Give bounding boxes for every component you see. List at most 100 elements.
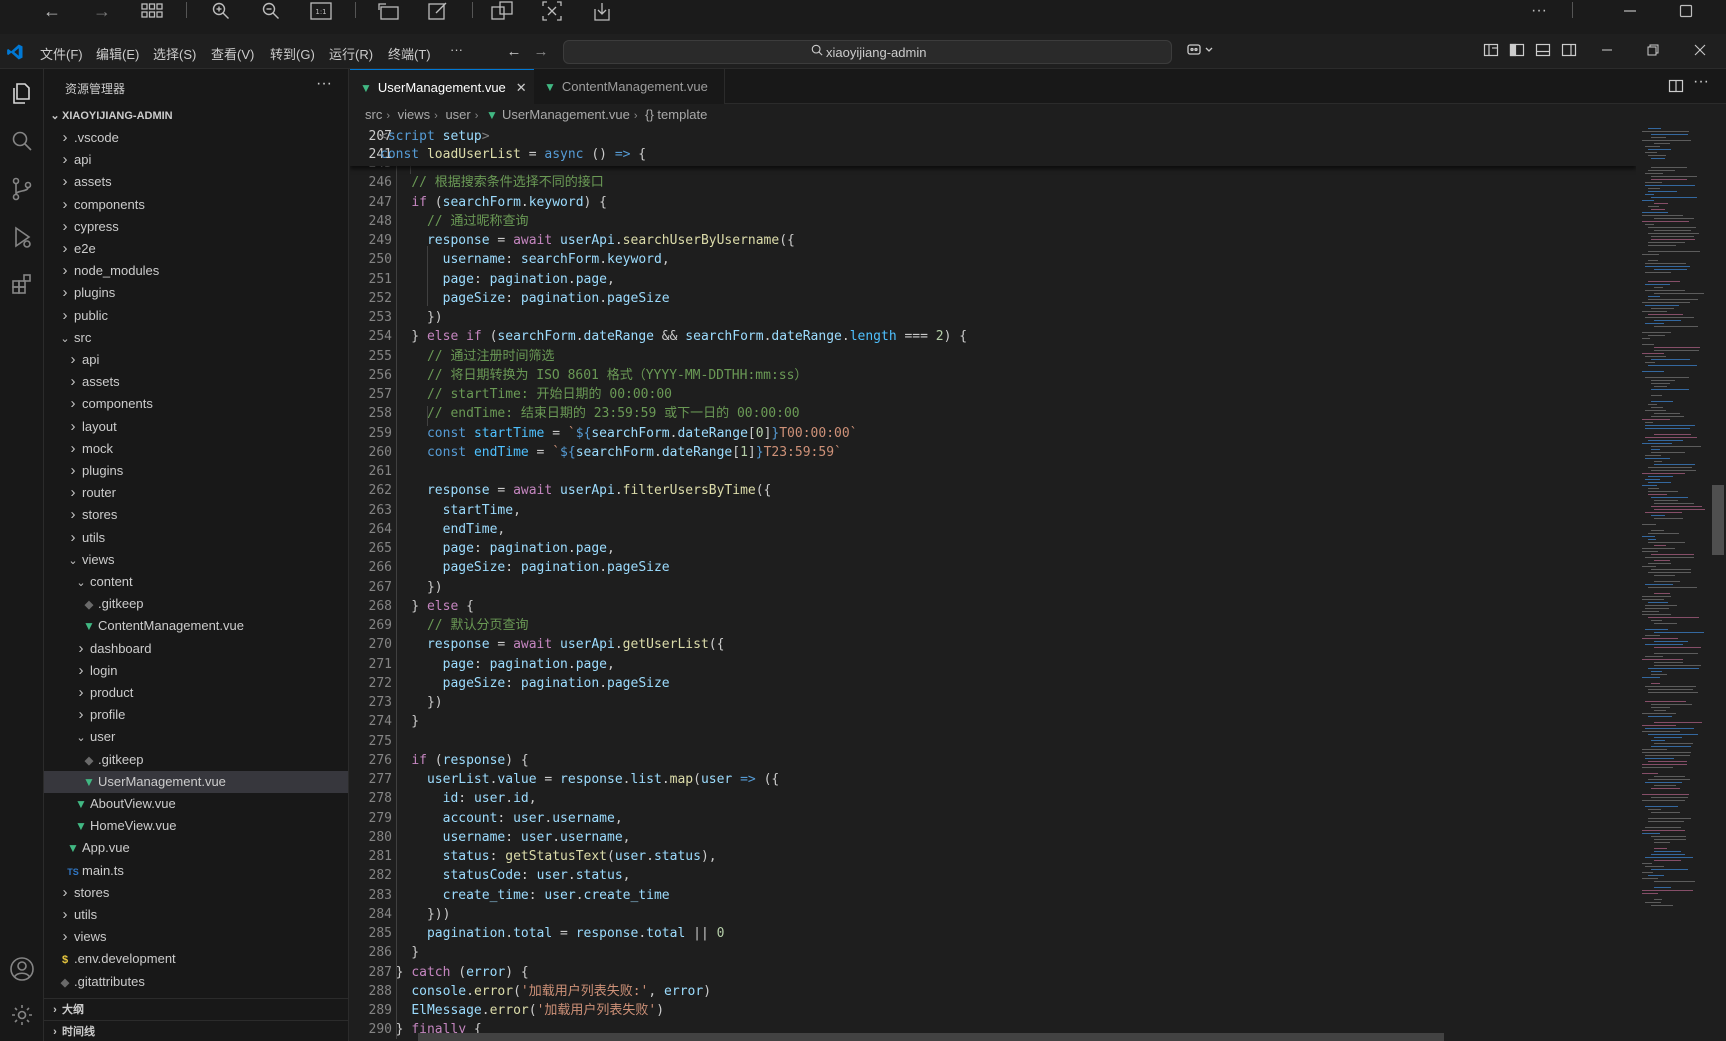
window-minimize-icon[interactable] bbox=[1597, 42, 1617, 62]
actual-size-icon[interactable]: 1:1 bbox=[307, 0, 335, 22]
code-line[interactable]: 246 // 根据搜索条件选择不同的接口 bbox=[350, 173, 1636, 192]
account-icon[interactable] bbox=[8, 955, 36, 983]
code-line[interactable]: 283 create_time: user.create_time bbox=[350, 886, 1636, 905]
horizontal-scrollbar[interactable] bbox=[418, 1033, 1444, 1041]
sticky-code-line[interactable]: 207 <script setup> bbox=[350, 127, 1636, 146]
menu-more[interactable]: ··· bbox=[450, 42, 463, 57]
nav-forward-icon[interactable]: → bbox=[531, 42, 551, 62]
code-line[interactable]: 253 }) bbox=[350, 308, 1636, 327]
code-line[interactable]: 286 } bbox=[350, 943, 1636, 962]
explorer-icon[interactable] bbox=[8, 79, 36, 107]
nav-back-icon[interactable]: ← bbox=[504, 42, 524, 62]
file-item[interactable]: $ .env.development bbox=[44, 948, 348, 970]
sticky-scroll[interactable]: 207 <script setup> 241 const loadUserList =… bbox=[350, 126, 1636, 166]
code-line[interactable]: 265 page: pagination.page, bbox=[350, 539, 1636, 558]
file-item[interactable]: ◆ .gitattributes bbox=[44, 971, 348, 993]
window-close-icon[interactable] bbox=[1690, 42, 1710, 62]
folder-item[interactable]: › assets bbox=[44, 171, 348, 193]
folder-item[interactable]: › public bbox=[44, 305, 348, 327]
crop-icon[interactable] bbox=[538, 0, 566, 22]
file-item[interactable]: ▼ HomeView.vue bbox=[44, 815, 348, 837]
breadcrumb-item[interactable]: views bbox=[398, 107, 431, 122]
code-line[interactable]: 255 // 通过注册时间筛选 bbox=[350, 347, 1636, 366]
window-restore-icon[interactable] bbox=[1643, 42, 1663, 62]
back-arrow-icon[interactable]: ← bbox=[38, 0, 66, 22]
menu-run[interactable]: 运行(R) bbox=[329, 44, 373, 63]
folder-item[interactable]: › plugins bbox=[44, 282, 348, 304]
code-line[interactable]: 260 const endTime = `${searchForm.dateRa… bbox=[350, 443, 1636, 462]
folder-item[interactable]: ⌄ src bbox=[44, 327, 348, 349]
code-line[interactable]: 256 // 将日期转换为 ISO 8601 格式（YYYY-MM-DDTHH:… bbox=[350, 366, 1636, 385]
code-line[interactable]: 263 startTime, bbox=[350, 501, 1636, 520]
folder-item[interactable]: › e2e bbox=[44, 238, 348, 260]
file-item[interactable]: ◆ .gitkeep bbox=[44, 749, 348, 771]
breadcrumb-item[interactable]: UserManagement.vue bbox=[502, 107, 630, 122]
code-line[interactable]: 249 response = await userApi.searchUserB… bbox=[350, 231, 1636, 250]
split-editor-icon[interactable] bbox=[1668, 78, 1684, 97]
export-icon[interactable] bbox=[588, 0, 616, 22]
folder-item[interactable]: › utils bbox=[44, 904, 348, 926]
explorer-more-actions[interactable]: ··· bbox=[316, 75, 332, 93]
minimize-icon[interactable] bbox=[1616, 0, 1644, 22]
extensions-icon[interactable] bbox=[8, 271, 36, 299]
minimap[interactable] bbox=[1636, 126, 1726, 1041]
convert-icon[interactable] bbox=[488, 0, 516, 22]
folder-item[interactable]: › assets bbox=[44, 371, 348, 393]
code-line[interactable]: 247 if (searchForm.keyword) { bbox=[350, 193, 1636, 212]
folder-item[interactable]: › api bbox=[44, 349, 348, 371]
folder-item[interactable]: ⌄ user bbox=[44, 726, 348, 748]
folder-item[interactable]: ⌄ views bbox=[44, 549, 348, 571]
workspace-root[interactable]: ⌄ XIAOYIJIANG-ADMIN bbox=[44, 105, 348, 127]
folder-item[interactable]: › api bbox=[44, 149, 348, 171]
code-line[interactable]: 272 pageSize: pagination.pageSize bbox=[350, 674, 1636, 693]
file-item[interactable]: ▼ UserManagement.vue bbox=[44, 770, 348, 793]
code-line[interactable]: 254 } else if (searchForm.dateRange && s… bbox=[350, 327, 1636, 346]
menu-file[interactable]: 文件(F) bbox=[40, 44, 83, 63]
code-line[interactable]: 271 page: pagination.page, bbox=[350, 655, 1636, 674]
code-line[interactable]: 269 // 默认分页查询 bbox=[350, 616, 1636, 635]
code-line[interactable]: 273 }) bbox=[350, 693, 1636, 712]
code-line[interactable]: 257 // startTime: 开始日期的 00:00:00 bbox=[350, 385, 1636, 404]
folder-item[interactable]: › cypress bbox=[44, 216, 348, 238]
more-icon[interactable]: ··· bbox=[1525, 0, 1553, 22]
code-line[interactable]: 248 // 通过昵称查询 bbox=[350, 212, 1636, 231]
code-line[interactable]: 264 endTime, bbox=[350, 520, 1636, 539]
folder-item[interactable]: › node_modules bbox=[44, 260, 348, 282]
menu-terminal[interactable]: 终端(T) bbox=[388, 44, 431, 63]
code-line[interactable]: 285 pagination.total = response.total ||… bbox=[350, 924, 1636, 943]
zoom-out-icon[interactable] bbox=[257, 0, 285, 22]
code-line[interactable]: 270 response = await userApi.getUserList… bbox=[350, 635, 1636, 654]
folder-item[interactable]: › mock bbox=[44, 438, 348, 460]
code-line[interactable]: 259 const startTime = `${searchForm.date… bbox=[350, 424, 1636, 443]
vertical-scrollbar[interactable] bbox=[1712, 485, 1724, 555]
file-item[interactable]: ▼ ContentManagement.vue bbox=[44, 615, 348, 637]
breadcrumb-item[interactable]: {} template bbox=[645, 107, 707, 122]
command-center-search[interactable]: xiaoyijiang-admin bbox=[563, 40, 1172, 64]
folder-item[interactable]: › product bbox=[44, 682, 348, 704]
code-line[interactable]: 279 account: user.username, bbox=[350, 809, 1636, 828]
code-line[interactable]: 261 bbox=[350, 462, 1636, 481]
menu-edit[interactable]: 编辑(E) bbox=[96, 44, 139, 63]
zoom-in-icon[interactable] bbox=[207, 0, 235, 22]
folder-item[interactable]: › utils bbox=[44, 527, 348, 549]
folder-item[interactable]: ⌄ content bbox=[44, 571, 348, 593]
sticky-code-line[interactable]: 241 const loadUserList = async () => { bbox=[350, 145, 1636, 164]
forward-arrow-icon[interactable]: → bbox=[88, 0, 116, 22]
customize-layout-icon[interactable] bbox=[1481, 42, 1501, 62]
toggle-primary-sidebar-icon[interactable] bbox=[1507, 42, 1527, 62]
folder-item[interactable]: › stores bbox=[44, 882, 348, 904]
file-item[interactable]: ◆ .gitkeep bbox=[44, 593, 348, 615]
maximize-icon[interactable] bbox=[1672, 0, 1700, 22]
toggle-panel-icon[interactable] bbox=[1533, 42, 1553, 62]
menu-view[interactable]: 查看(V) bbox=[211, 44, 254, 63]
code-line[interactable]: 284 })) bbox=[350, 905, 1636, 924]
folder-item[interactable]: › plugins bbox=[44, 460, 348, 482]
code-line[interactable]: 250 username: searchForm.keyword, bbox=[350, 250, 1636, 269]
folder-item[interactable]: › stores bbox=[44, 504, 348, 526]
code-line[interactable]: 276 if (response) { bbox=[350, 751, 1636, 770]
tab-user-management[interactable]: ▼ UserManagement.vue ✕ bbox=[350, 69, 534, 104]
folder-item[interactable]: › views bbox=[44, 926, 348, 948]
code-line[interactable]: 258 // endTime: 结束日期的 23:59:59 或下一日的 00:… bbox=[350, 404, 1636, 423]
folder-item[interactable]: › components bbox=[44, 194, 348, 216]
file-item[interactable]: TS main.ts bbox=[44, 860, 348, 882]
